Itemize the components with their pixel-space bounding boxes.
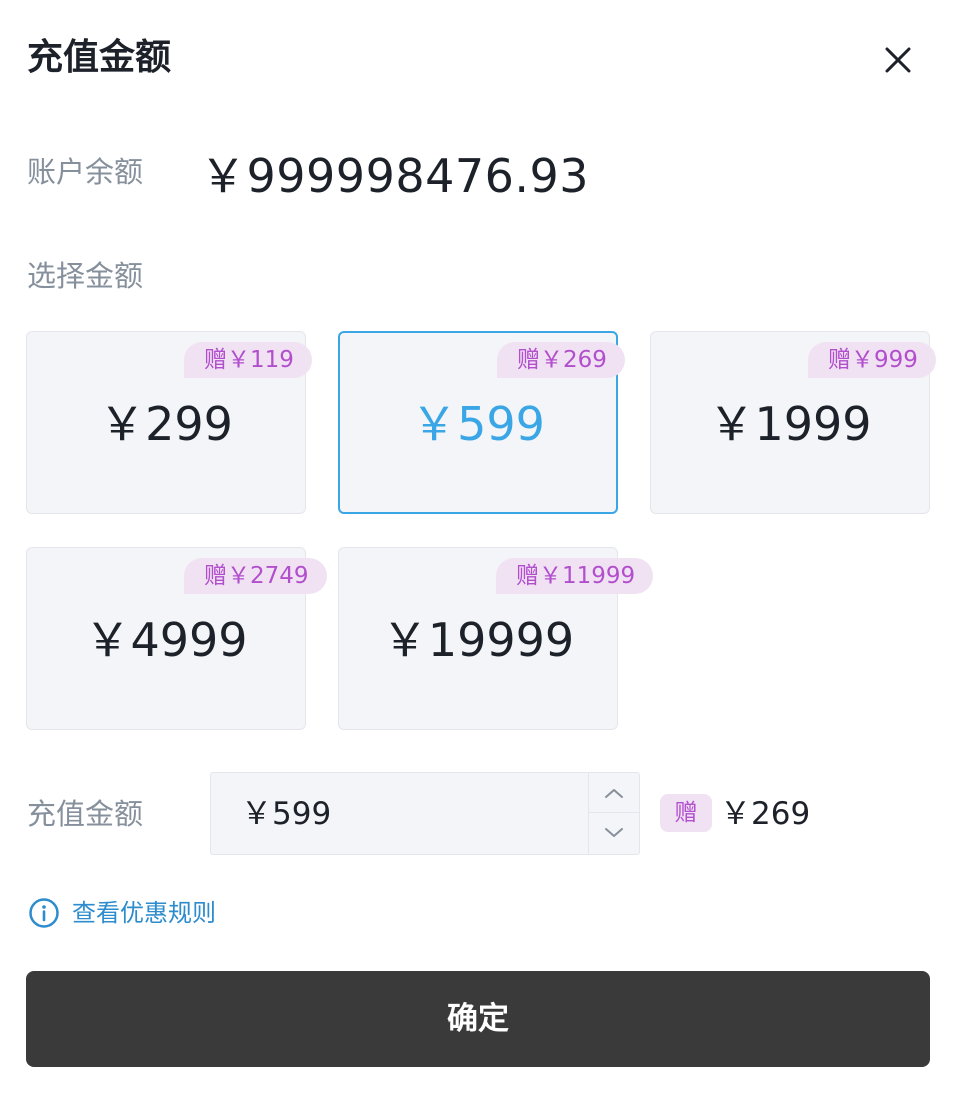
amount-value: ￥1999 <box>708 397 872 451</box>
select-amount-label: 选择金额 <box>27 259 144 293</box>
view-rules-text: 查看优惠规则 <box>72 899 216 927</box>
increment-button[interactable] <box>589 773 639 813</box>
recharge-amount-label: 充值金额 <box>27 797 144 831</box>
amount-value: ￥19999 <box>381 613 575 667</box>
chevron-up-icon <box>605 788 623 798</box>
recharge-amount-stepper: ￥599 <box>210 772 640 855</box>
stepper-controls <box>588 773 639 854</box>
amount-option-19999[interactable]: 赠￥11999 ￥19999 <box>338 547 654 730</box>
info-circle-icon <box>29 898 59 928</box>
amount-option-599[interactable]: 赠￥269 ￥599 <box>338 331 625 514</box>
amount-option-4999[interactable]: 赠￥2749 ￥4999 <box>26 547 327 730</box>
gift-tag: 赠 <box>660 794 712 832</box>
amount-value: ￥4999 <box>84 613 248 667</box>
close-button[interactable] <box>878 40 918 80</box>
decrement-button[interactable] <box>589 813 639 853</box>
gift-badge: 赠￥2749 <box>184 558 327 594</box>
gift-badge: 赠￥119 <box>184 342 312 378</box>
chevron-down-icon <box>605 828 623 837</box>
confirm-button[interactable]: 确定 <box>26 971 930 1067</box>
recharge-amount-input[interactable]: ￥599 <box>241 793 331 835</box>
dialog-title: 充值金额 <box>27 37 172 78</box>
close-icon <box>885 47 911 73</box>
balance-label: 账户余额 <box>27 155 144 189</box>
gift-badge: 赠￥999 <box>808 342 936 378</box>
view-rules-link[interactable]: 查看优惠规则 <box>28 896 216 930</box>
amount-option-299[interactable]: 赠￥119 ￥299 <box>26 331 312 514</box>
gift-badge: 赠￥11999 <box>496 558 654 594</box>
amount-value: ￥599 <box>411 397 545 451</box>
recharge-dialog: 充值金额 账户余额 ￥999998476.93 选择金额 赠￥119 ￥299 … <box>0 0 970 1094</box>
balance-value: ￥999998476.93 <box>200 149 590 203</box>
gift-badge: 赠￥269 <box>497 342 625 378</box>
amount-option-1999[interactable]: 赠￥999 ￥1999 <box>650 331 936 514</box>
amount-value: ￥299 <box>99 397 233 451</box>
gift-amount: ￥269 <box>720 796 811 832</box>
